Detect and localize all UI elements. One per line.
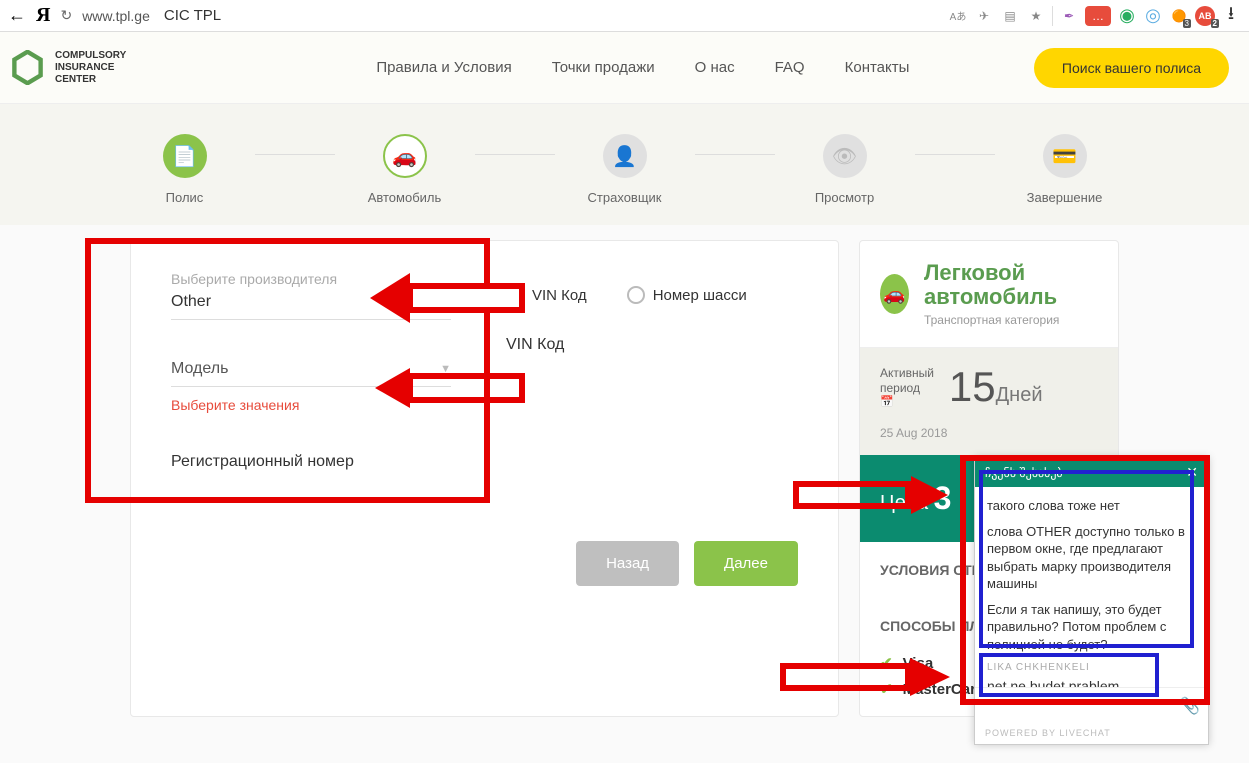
refresh-button[interactable]: ↻ — [60, 7, 72, 24]
chat-widget: ჩვენს შესახებ ✕ такого слова тоже нет сл… — [974, 457, 1209, 745]
manufacturer-select[interactable]: Выберите производителя Other ▼ — [171, 271, 451, 320]
site-header: COMPULSORYINSURANCECENTER Правила и Усло… — [0, 32, 1249, 104]
page-title: CIC TPL — [164, 7, 221, 24]
nav-points[interactable]: Точки продажи — [552, 59, 655, 76]
radio-chassis[interactable]: Номер шасси — [627, 286, 747, 304]
next-button[interactable]: Далее — [694, 541, 798, 586]
step-car[interactable]: 🚗 Автомобиль — [335, 134, 475, 205]
id-type-radios: VIN Код Номер шасси — [506, 286, 747, 304]
nav-rules[interactable]: Правила и Условия — [376, 59, 511, 76]
logo-text: COMPULSORYINSURANCECENTER — [55, 50, 126, 86]
drop-icon[interactable]: ◎ — [1143, 6, 1163, 26]
car-icon: 🚗 — [383, 134, 427, 178]
file-icon: 📄 — [163, 134, 207, 178]
step-connector — [695, 154, 775, 155]
lastpass-icon[interactable]: … — [1085, 6, 1111, 26]
radio-checked-icon — [506, 286, 524, 304]
chevron-down-icon: ▼ — [440, 296, 451, 308]
model-error: Выберите значения — [171, 397, 451, 413]
eye-icon: 👁 — [823, 134, 867, 178]
days-text: Дней — [996, 384, 1043, 407]
step-connector — [915, 154, 995, 155]
chat-agent-name: LIKA CHKHENKELI — [987, 661, 1196, 675]
chat-agent-message: net ne budet prablem. — [987, 677, 1196, 687]
main-nav: Правила и Условия Точки продажи О нас FA… — [376, 59, 909, 76]
active-period: Активный период 📅 15 Дней — [860, 348, 1118, 426]
attach-icon[interactable]: 📎 — [1180, 696, 1200, 716]
chat-message: Если я так напишу, это будет правильно? … — [987, 601, 1196, 654]
feather-icon[interactable]: ✒ — [1059, 6, 1079, 26]
manufacturer-value: Other — [171, 293, 211, 311]
step-policy[interactable]: 📄 Полис — [115, 134, 255, 205]
days-number: 15 — [949, 363, 996, 411]
stepper: 📄 Полис 🚗 Автомобиль 👤 Страховщик 👁 Прос… — [0, 104, 1249, 225]
close-icon[interactable]: ✕ — [1186, 464, 1198, 481]
vin-field-label[interactable]: VIN Код — [506, 336, 564, 354]
radio-vin[interactable]: VIN Код — [506, 286, 587, 304]
url-text[interactable]: www.tpl.ge — [82, 8, 150, 24]
model-label: Модель — [171, 360, 228, 378]
nav-contacts[interactable]: Контакты — [845, 59, 910, 76]
ext-orange-icon[interactable]: 🟠3 — [1169, 6, 1189, 26]
chat-message: такого слова тоже нет — [987, 497, 1196, 515]
vehicle-category-sub: Транспортная категория — [924, 313, 1098, 327]
separator — [1052, 6, 1053, 26]
nav-faq[interactable]: FAQ — [775, 59, 805, 76]
step-complete[interactable]: 💳 Завершение — [995, 134, 1135, 205]
reader-mode-icon[interactable]: ▤ — [1000, 6, 1020, 26]
back-button[interactable]: Назад — [576, 541, 679, 586]
downloads-icon[interactable]: ⭳ — [1221, 6, 1241, 26]
step-connector — [475, 154, 555, 155]
step-connector — [255, 154, 335, 155]
abp-icon[interactable]: AB2 — [1195, 6, 1215, 26]
extension-icons: Aあ ✈ ▤ ★ ✒ … ◉ ◎ 🟠3 AB2 ⭳ — [948, 6, 1241, 26]
chat-messages[interactable]: такого слова тоже нет слова OTHER доступ… — [975, 487, 1208, 687]
start-date: 25 Aug 2018 — [860, 426, 1118, 455]
model-select[interactable]: Модель ▼ Выберите значения — [171, 360, 451, 413]
site-logo[interactable]: COMPULSORYINSURANCECENTER — [10, 50, 126, 86]
chevron-down-icon: ▼ — [440, 363, 451, 375]
chat-message: слова OTHER доступно только в первом окн… — [987, 523, 1196, 593]
adguard-icon[interactable]: ◉ — [1117, 6, 1137, 26]
manufacturer-label: Выберите производителя — [171, 271, 451, 287]
chat-footer: POWERED BY LIVECHAT — [975, 724, 1208, 744]
card-icon: 💳 — [1043, 134, 1087, 178]
yandex-logo[interactable]: Я — [36, 4, 50, 27]
nav-about[interactable]: О нас — [695, 59, 735, 76]
logo-icon — [10, 50, 45, 85]
bookmark-star-icon[interactable]: ★ — [1026, 6, 1046, 26]
send-icon[interactable]: ✈ — [974, 6, 994, 26]
vehicle-category-title: Легковой автомобиль — [924, 261, 1098, 309]
person-icon: 👤 — [603, 134, 647, 178]
chat-input[interactable] — [983, 699, 1180, 714]
browser-toolbar: ← Я ↻ www.tpl.ge CIC TPL Aあ ✈ ▤ ★ ✒ … ◉ … — [0, 0, 1249, 32]
check-icon: ✔ — [880, 680, 893, 698]
vehicle-form: VIN Код Номер шасси VIN Код Выберите про… — [130, 240, 839, 717]
chat-header[interactable]: ჩვენს შესახებ ✕ — [975, 458, 1208, 487]
registration-input[interactable]: Регистрационный номер — [171, 453, 451, 471]
step-insurer[interactable]: 👤 Страховщик — [555, 134, 695, 205]
back-button[interactable]: ← — [8, 5, 26, 26]
radio-unchecked-icon — [627, 286, 645, 304]
chat-input-row: 📎 — [975, 687, 1208, 724]
step-review[interactable]: 👁 Просмотр — [775, 134, 915, 205]
search-policy-button[interactable]: Поиск вашего полиса — [1034, 48, 1229, 88]
check-icon: ✔ — [880, 654, 893, 672]
translate-icon[interactable]: Aあ — [948, 6, 968, 26]
car-icon: 🚗 — [880, 274, 909, 314]
